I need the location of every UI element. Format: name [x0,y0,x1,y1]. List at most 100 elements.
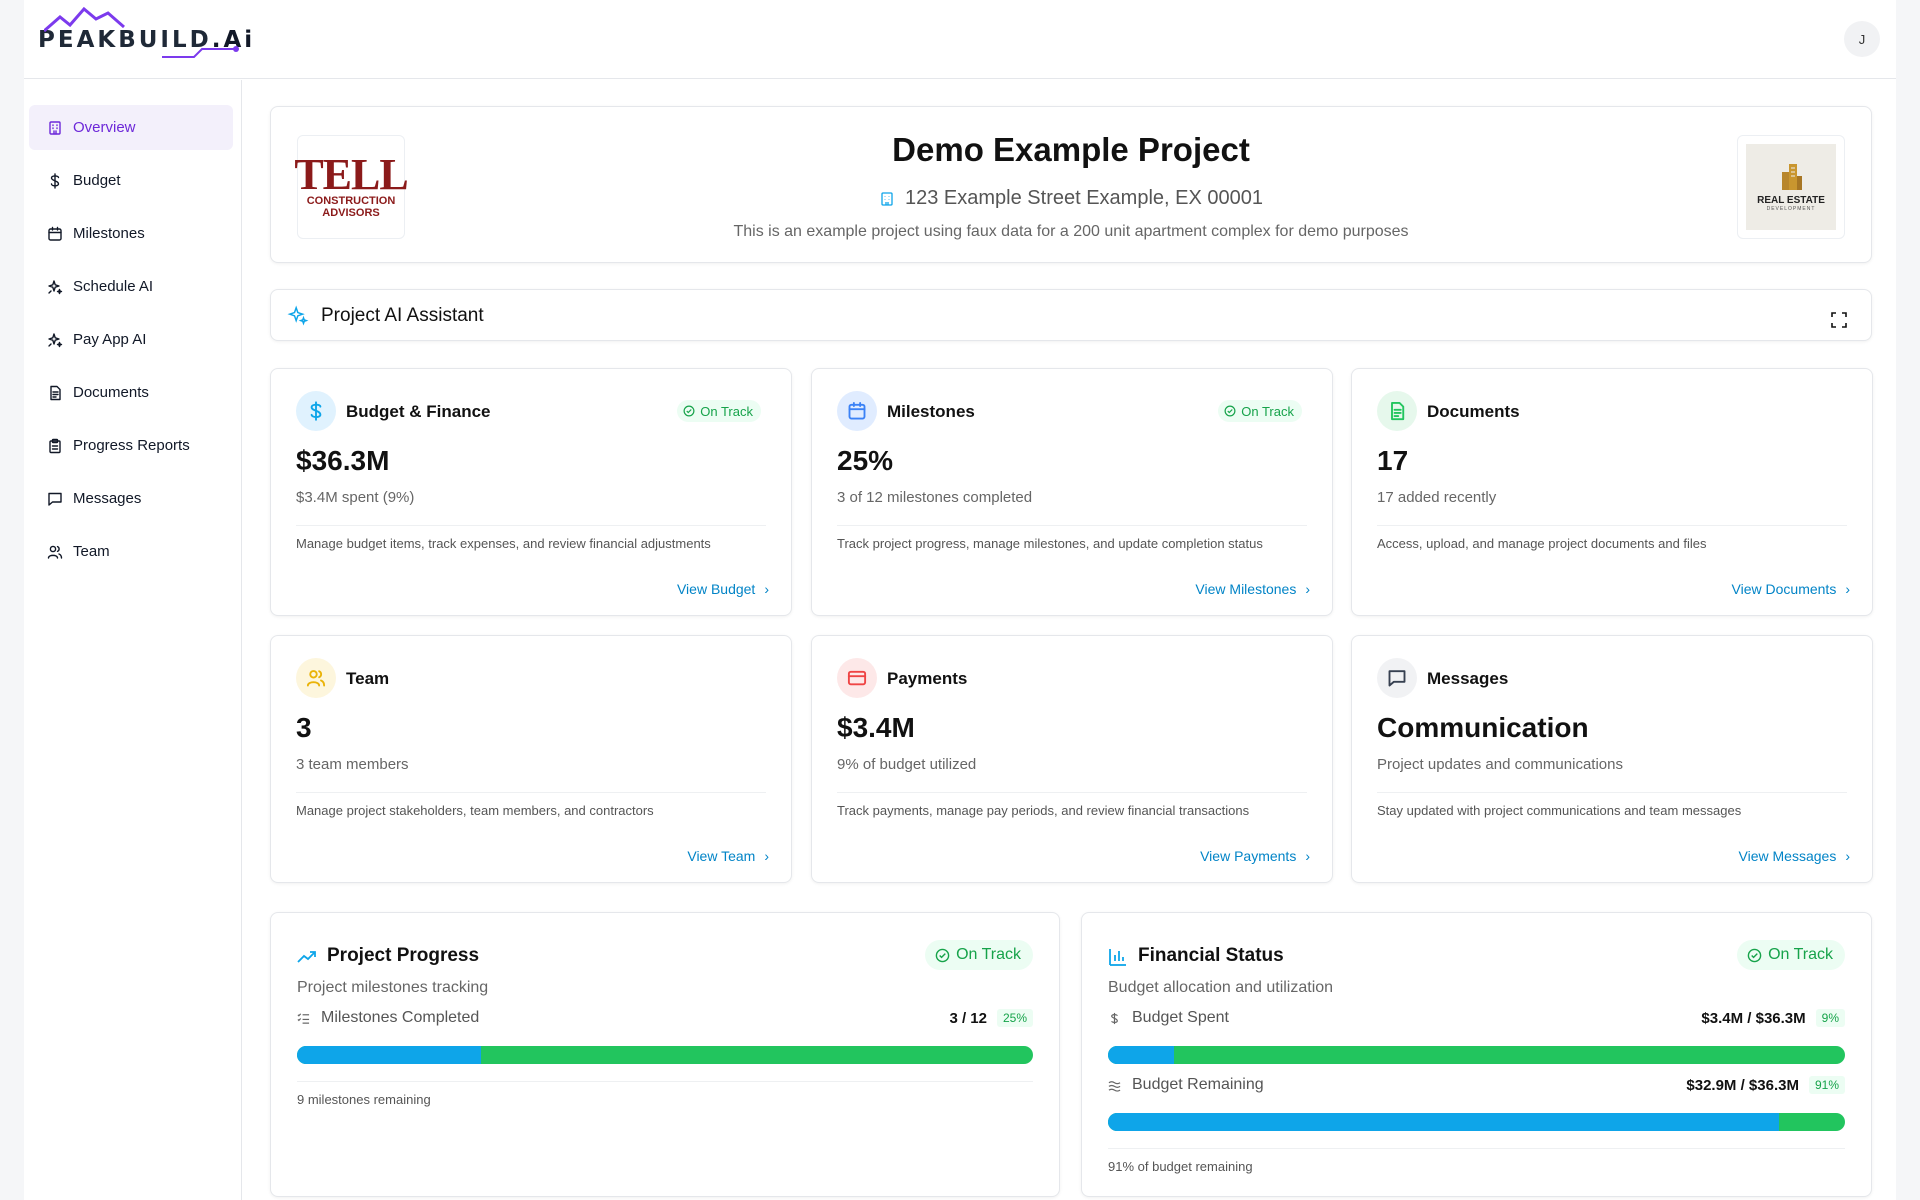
document-icon [1391,401,1405,421]
sidebar-item-schedule-ai[interactable]: Schedule AI [29,264,233,309]
project-title: Demo Example Project [892,131,1250,168]
divider [296,792,766,793]
financial-subtitle: Budget allocation and utilization [1108,979,1334,996]
tile-subtitle: 3 of 12 milestones completed [837,489,1033,506]
message-icon [48,492,62,506]
tile-icon-wrap [1377,658,1417,698]
milestones-card[interactable]: Milestones On Track 25% 3 of 12 milestones … [811,368,1333,616]
tile-title: Budget & Finance [346,402,491,421]
tile-value: 25% [837,445,894,476]
payments-view-link[interactable]: View Payments › [1200,848,1310,864]
building-icon [881,191,893,206]
peakbuild-logo[interactable]: PEAKBUILD.Ai [38,6,255,70]
messages-card[interactable]: Messages Communication Project updates and… [1351,635,1873,883]
users-icon [47,545,63,559]
sidebar-item-overview[interactable]: Overview [29,105,233,150]
sidebar-item-budget[interactable]: Budget [29,158,233,203]
user-avatar[interactable]: J [1844,21,1880,57]
sparkles-icon [287,305,309,326]
tile-icon-wrap [296,658,336,698]
list-check-icon [297,1012,310,1024]
page-gutter [1896,0,1920,1200]
chevron-right-icon: › [764,848,769,864]
milestones-progress-bar [297,1046,1033,1064]
check-circle-icon [935,948,950,962]
sidebar-item-label: Documents [73,384,149,401]
check-circle-icon [1747,948,1762,962]
tile-value: 17 [1377,445,1409,476]
ai-assistant-label: Project AI Assistant [321,305,484,326]
project-address: 123 Example Street Example, EX 00001 [271,187,1871,210]
milestones-remaining-note: 9 milestones remaining [297,1092,431,1107]
trending-up-icon [297,951,316,963]
messages-view-link[interactable]: View Messages › [1739,848,1850,864]
budget-spent-value: $3.4M / $36.3M [1701,1009,1806,1027]
sidebar-item-documents[interactable]: Documents [29,370,233,415]
progress-title: Project Progress [327,945,480,966]
sidebar-item-progress-reports[interactable]: Progress Reports [29,423,233,468]
status-badge: On Track [925,940,1033,970]
milestones-value: 3 / 12 [949,1009,987,1027]
project-header-card: TELL CONSTRUCTION ADVISORS Demo Example … [270,106,1872,263]
financial-title: Financial Status [1138,945,1284,966]
sidebar-item-label: Overview [73,119,136,136]
tile-value: $36.3M [296,445,390,476]
sidebar-item-messages[interactable]: Messages [29,476,233,521]
tile-icon-wrap [837,391,877,431]
budget-remaining-fill [1108,1113,1779,1131]
payments-card[interactable]: Payments $3.4M 9% of budget utilized Track … [811,635,1333,883]
ai-assistant-bar[interactable]: Project AI Assistant [270,289,1872,341]
waves-icon [1108,1080,1121,1092]
tile-title: Milestones [887,402,975,421]
status-badge: On Track [1737,940,1845,970]
chevron-right-icon: › [1305,848,1310,864]
sidebar-item-label: Team [73,543,110,560]
budget-finance-card[interactable]: Budget & Finance On Track $36.3M $3.4M spen… [270,368,792,616]
owner-logo-sub: DEVELOPMENT [1766,206,1816,212]
team-card[interactable]: Team 3 3 team members Manage project stakeh… [270,635,792,883]
tile-subtitle: 3 team members [296,756,409,773]
sidebar-item-pay-app-ai[interactable]: Pay App AI [29,317,233,362]
sidebar-item-milestones[interactable]: Milestones [29,211,233,256]
sidebar-item-team[interactable]: Team [29,529,233,574]
users-icon [306,670,326,687]
tile-subtitle: 9% of budget utilized [837,756,977,773]
budget-remaining-pct: 91% [1808,1076,1845,1094]
tile-title: Team [346,669,390,688]
expand-icon[interactable] [1831,312,1847,328]
message-icon [1388,670,1406,687]
chevron-right-icon: › [1845,848,1850,864]
milestones-progress-fill [297,1046,481,1064]
buildings-logo-icon [1782,164,1802,190]
divider [837,525,1307,526]
documents-view-link[interactable]: View Documents › [1732,581,1850,597]
sparkles-icon [48,279,63,294]
tile-description: Track payments, manage pay periods, and … [837,803,1250,818]
calendar-icon [48,226,62,241]
sidebar: Overview Budget Milestones Schedule AI Pay A… [24,80,242,1200]
divider [1377,792,1847,793]
milestones-view-link[interactable]: View Milestones › [1195,581,1310,597]
budget-spent-pct: 9% [1815,1009,1845,1027]
bar-chart-icon [1109,949,1126,966]
sparkles-icon [48,332,63,347]
budget-spent-fill [1108,1046,1175,1064]
clipboard-icon [49,438,61,453]
documents-card[interactable]: Documents 17 17 added recently Access, uplo… [1351,368,1873,616]
divider [296,525,766,526]
chevron-right-icon: › [764,581,769,597]
dollar-icon [1111,1012,1118,1024]
building-icon [49,120,61,135]
calendar-icon [848,401,866,420]
team-view-link[interactable]: View Team › [687,848,769,864]
tile-title: Messages [1427,669,1509,688]
chevron-right-icon: › [1305,581,1310,597]
tile-subtitle: Project updates and communications [1377,756,1623,773]
tile-subtitle: $3.4M spent (9%) [296,489,415,506]
sidebar-item-label: Milestones [73,225,145,242]
dollar-icon [50,172,60,189]
divider [297,1081,1033,1082]
budget-finance-view-link[interactable]: View Budget › [677,581,769,597]
tile-description: Access, upload, and manage project docum… [1377,536,1707,551]
tile-subtitle: 17 added recently [1377,489,1497,506]
